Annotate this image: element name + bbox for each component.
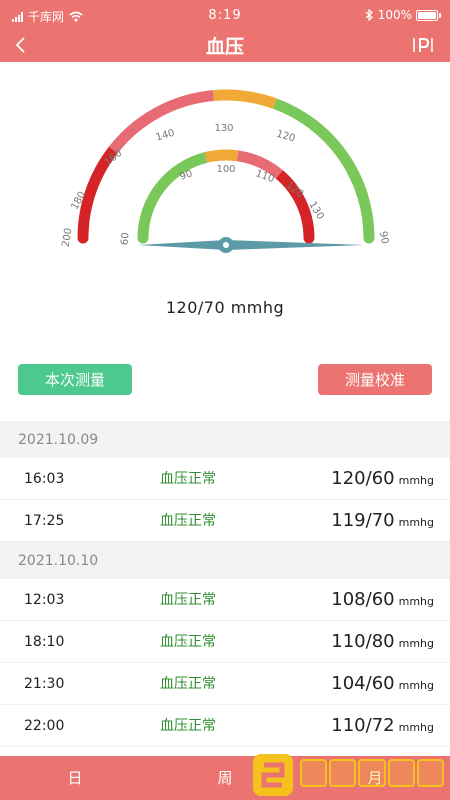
inner-arc-green	[137, 152, 208, 239]
page-title: 血压	[205, 36, 244, 58]
watermark-text-blocks	[300, 759, 445, 791]
record-number: 104/60	[331, 673, 395, 694]
record-value: 104/60 mmhg	[331, 663, 434, 705]
record-unit: mmhg	[398, 679, 434, 692]
arc-cap	[363, 232, 375, 244]
record-unit: mmhg	[398, 595, 434, 608]
record-status: 血压正常	[160, 634, 216, 650]
status-bar: 千库网 8:19 100%	[0, 0, 450, 30]
gauge-needle	[138, 237, 364, 253]
record-status: 血压正常	[160, 471, 216, 487]
record-number: 119/70	[331, 510, 395, 531]
list-item[interactable]: 22:00 血压正常 110/72 mmhg	[0, 705, 450, 747]
battery-percent: 100%	[377, 8, 412, 22]
outer-label-90: 90	[377, 230, 390, 244]
record-unit: mmhg	[398, 516, 434, 529]
outer-label-200: 200	[60, 227, 74, 248]
list-item[interactable]: 17:25 血压正常 119/70 mmhg	[0, 500, 450, 542]
record-time: 21:30	[24, 676, 65, 692]
list-item[interactable]: 12:03 血压正常 108/60 mmhg	[0, 579, 450, 621]
bluetooth-icon	[365, 9, 373, 21]
outer-label-120: 120	[275, 129, 296, 145]
record-status: 血压正常	[160, 718, 216, 734]
record-unit: mmhg	[398, 637, 434, 650]
outer-label-140: 140	[155, 128, 176, 144]
record-value: 108/60 mmhg	[331, 579, 434, 621]
record-time: 17:25	[24, 513, 65, 529]
arc-cap	[303, 232, 315, 244]
record-status: 血压正常	[160, 513, 216, 529]
inner-label-90: 90	[178, 168, 194, 182]
record-list: 2021.10.09 16:03 血压正常 120/60 mmhg 17:25 血…	[0, 421, 450, 747]
date-header: 2021.10.09	[0, 421, 450, 458]
record-time: 16:03	[24, 471, 65, 487]
record-status: 血压正常	[160, 592, 216, 608]
outer-arc-orange	[213, 89, 277, 109]
record-number: 110/72	[331, 715, 395, 736]
record-value: 110/80 mmhg	[331, 621, 434, 663]
status-right: 100%	[365, 8, 441, 22]
record-time: 12:03	[24, 592, 65, 608]
record-unit: mmhg	[398, 474, 434, 487]
list-item[interactable]: 16:03 血压正常 120/60 mmhg	[0, 458, 450, 500]
date-header: 2021.10.10	[0, 542, 450, 579]
nav-bar: 血压	[0, 30, 450, 62]
list-item[interactable]: 18:10 血压正常 110/80 mmhg	[0, 621, 450, 663]
record-value: 110/72 mmhg	[331, 705, 434, 747]
outer-label-130: 130	[214, 123, 233, 134]
record-number: 108/60	[331, 589, 395, 610]
list-item[interactable]: 21:30 血压正常 104/60 mmhg	[0, 663, 450, 705]
gauge-labels: 200 180 160 140 130 120 90 60 90 100 110…	[60, 123, 390, 248]
record-value: 120/60 mmhg	[331, 458, 434, 500]
record-time: 18:10	[24, 634, 65, 650]
current-reading: 120/70 mmhg	[165, 298, 285, 317]
bluetooth-connect-icon[interactable]	[410, 34, 436, 56]
record-status: 血压正常	[160, 676, 216, 692]
record-number: 120/60	[331, 468, 395, 489]
record-number: 110/80	[331, 631, 395, 652]
watermark-logo	[250, 751, 445, 799]
inner-label-60: 60	[119, 232, 131, 246]
measure-button[interactable]: 本次测量	[18, 364, 132, 395]
inner-arc-orange	[204, 149, 239, 163]
record-unit: mmhg	[398, 721, 434, 734]
arc-cap	[77, 232, 89, 244]
inner-label-100: 100	[216, 164, 235, 175]
logo-icon	[253, 754, 293, 796]
record-value: 119/70 mmhg	[331, 500, 434, 542]
arc-cap	[137, 232, 149, 244]
battery-icon	[416, 9, 441, 21]
blood-pressure-gauge: 200 180 160 140 130 120 90 60 90 100 110…	[60, 89, 390, 253]
record-time: 22:00	[24, 718, 65, 734]
tab-day[interactable]: 日	[0, 756, 150, 800]
calibrate-button[interactable]: 测量校准	[318, 364, 432, 395]
